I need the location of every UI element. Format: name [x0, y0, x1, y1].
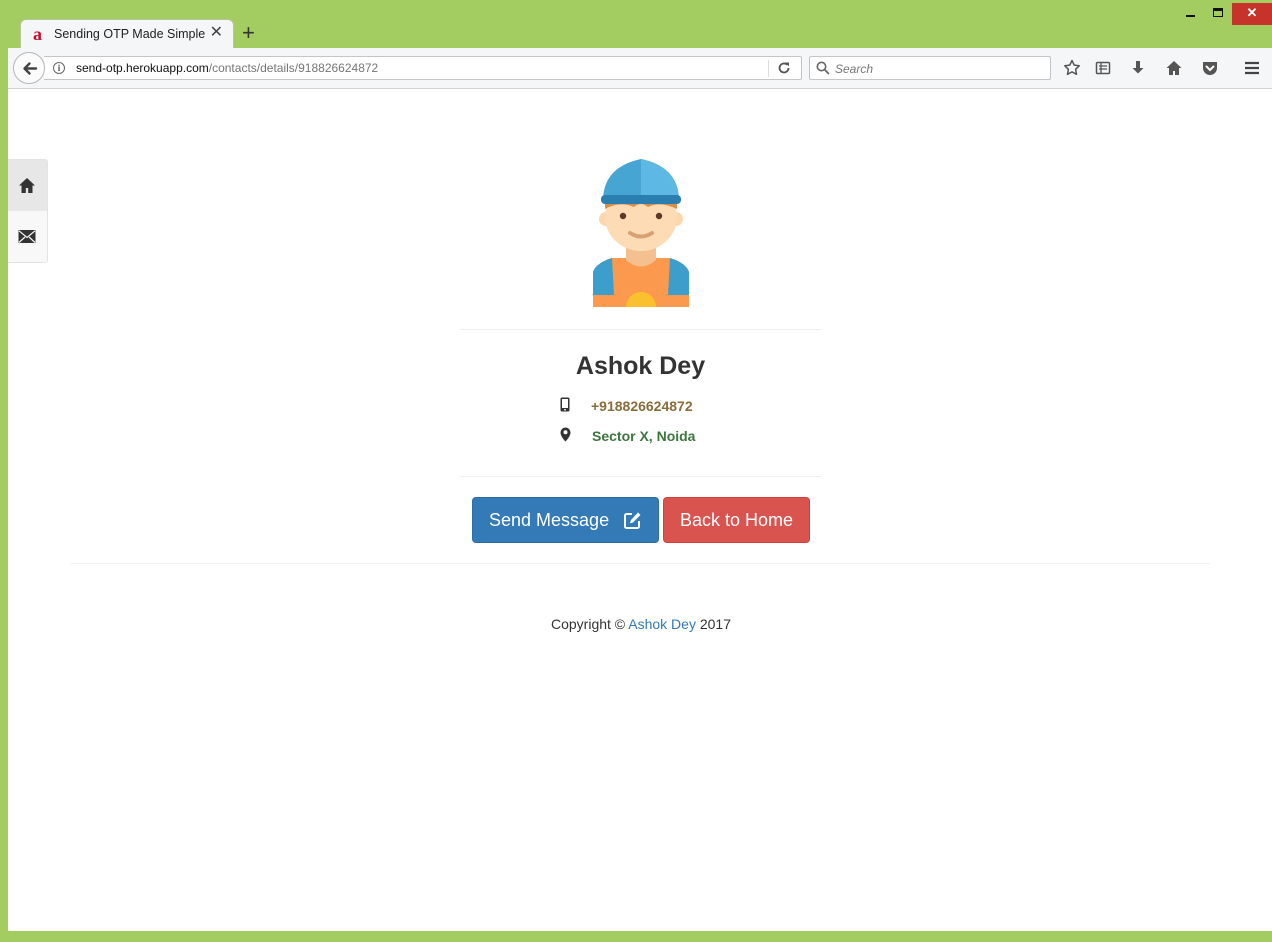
back-button[interactable] — [13, 52, 45, 84]
browser-window: a Sending OTP Made Simple ✕ + ✕ i send-o… — [0, 0, 1272, 942]
author-link[interactable]: Ashok Dey — [628, 616, 696, 632]
search-icon — [816, 61, 830, 75]
minimize-icon — [1186, 15, 1195, 17]
url-text[interactable]: send-otp.herokuapp.com/contacts/details/… — [76, 61, 378, 75]
minimize-button[interactable] — [1180, 3, 1202, 25]
favicon-icon: a — [33, 24, 42, 44]
search-placeholder: Search — [835, 62, 874, 76]
downloads-icon[interactable] — [1129, 59, 1147, 77]
page-viewport: Ashok Dey +918826624872 Sector X, Noida … — [8, 89, 1272, 931]
back-arrow-icon — [23, 62, 38, 75]
side-navigation — [8, 159, 48, 263]
reload-icon[interactable] — [777, 61, 791, 75]
edit-icon — [624, 512, 641, 529]
divider — [460, 476, 821, 477]
send-message-button[interactable]: Send Message — [472, 497, 659, 543]
url-separator — [768, 60, 769, 77]
home-icon — [19, 178, 35, 193]
bookmarks-menu-icon[interactable] — [1094, 59, 1112, 77]
map-marker-icon — [560, 427, 571, 442]
close-window-button[interactable]: ✕ — [1232, 3, 1272, 25]
address-bar[interactable]: i send-otp.herokuapp.com/contacts/detail… — [44, 56, 802, 80]
contact-phone: +918826624872 — [591, 398, 693, 414]
sidebar-item-messages[interactable] — [8, 212, 47, 263]
browser-tab[interactable]: a Sending OTP Made Simple ✕ — [20, 19, 234, 49]
home-icon[interactable] — [1165, 59, 1183, 77]
pocket-icon[interactable] — [1201, 59, 1219, 77]
hamburger-menu-icon[interactable] — [1243, 59, 1261, 77]
send-message-label: Send Message — [489, 510, 610, 530]
bookmark-star-icon[interactable] — [1063, 59, 1081, 77]
url-host: send-otp.herokuapp.com — [76, 61, 209, 75]
close-tab-icon[interactable]: ✕ — [210, 25, 223, 41]
contact-name: Ashok Dey — [575, 352, 706, 380]
maximize-icon — [1213, 8, 1223, 17]
new-tab-button[interactable]: + — [242, 21, 255, 45]
search-bar[interactable]: Search — [809, 56, 1051, 80]
divider — [460, 329, 821, 330]
mobile-phone-icon — [560, 397, 570, 412]
url-path: /contacts/details/918826624872 — [208, 61, 379, 75]
envelope-icon — [18, 230, 36, 243]
back-to-home-button[interactable]: Back to Home — [663, 497, 810, 543]
contact-address: Sector X, Noida — [592, 428, 696, 444]
copyright-year: 2017 — [699, 616, 731, 632]
copyright-prefix: Copyright © — [551, 616, 626, 632]
navigation-toolbar: i send-otp.herokuapp.com/contacts/detail… — [8, 48, 1272, 89]
info-icon[interactable]: i — [53, 62, 65, 74]
maximize-button[interactable] — [1207, 3, 1229, 25]
contact-avatar — [593, 159, 689, 307]
tab-title: Sending OTP Made Simple — [54, 27, 206, 41]
sidebar-item-home[interactable] — [8, 160, 47, 211]
divider — [71, 563, 1210, 564]
footer-copyright: Copyright © Ashok Dey 2017 — [8, 616, 1272, 632]
